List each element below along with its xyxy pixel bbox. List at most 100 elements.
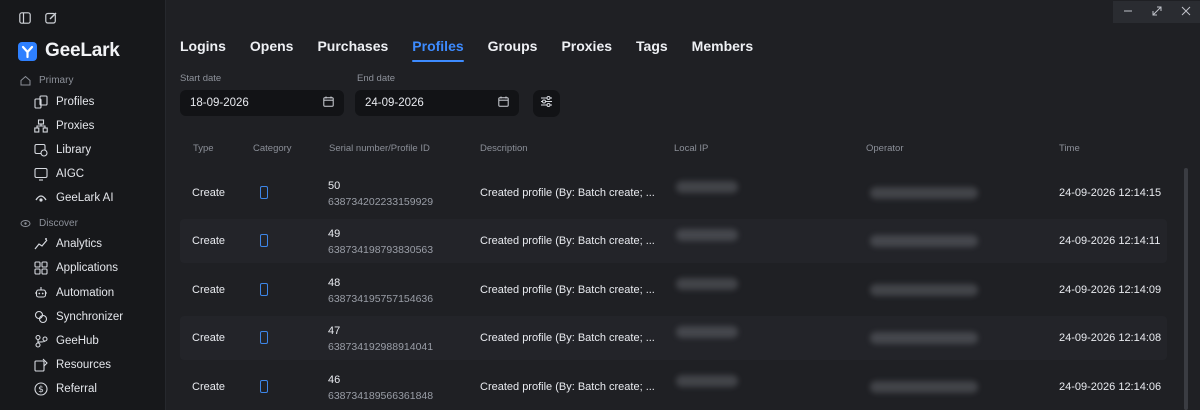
header-type: Type xyxy=(193,143,214,154)
operator-redacted xyxy=(870,284,978,296)
table-row[interactable]: Create 49 638734198793830563 Created profil… xyxy=(180,219,1167,263)
minimize-icon[interactable] xyxy=(1123,3,1133,21)
close-icon[interactable] xyxy=(1181,3,1191,21)
sidebar-item-proxies[interactable]: Proxies xyxy=(34,117,94,135)
brand-name: GeeLark xyxy=(45,40,120,61)
sidebar-item-label: AIGC xyxy=(56,168,85,180)
library-icon xyxy=(34,143,48,157)
referral-icon: $ xyxy=(34,382,48,396)
calendar-icon xyxy=(498,96,509,110)
synchronizer-icon xyxy=(34,310,48,324)
row-type: Create xyxy=(192,284,226,296)
tab-purchases[interactable]: Purchases xyxy=(317,38,388,60)
sidebar-item-profiles[interactable]: Profiles xyxy=(34,93,94,111)
table-row[interactable]: Create 48 638734195757154636 Created profil… xyxy=(180,268,1167,312)
row-profile-id: 638734202233159929 xyxy=(328,196,434,208)
sidebar-item-library[interactable]: Library xyxy=(34,141,91,159)
row-description: Created profile (By: Batch create; ... xyxy=(480,284,655,296)
header-local-ip: Local IP xyxy=(674,143,709,154)
main-panel: Logins Opens Purchases Profiles Groups P… xyxy=(166,0,1200,410)
sidebar-item-analytics[interactable]: Analytics xyxy=(34,235,102,253)
tab-members[interactable]: Members xyxy=(692,38,753,60)
sidebar-item-label: Analytics xyxy=(56,238,103,250)
edit-icon[interactable] xyxy=(45,11,57,24)
filter-settings-button[interactable] xyxy=(533,90,560,117)
table-row[interactable]: Create 47 638734192988914041 Created profil… xyxy=(180,316,1167,360)
tab-logins[interactable]: Logins xyxy=(180,38,226,60)
tab-profiles[interactable]: Profiles xyxy=(412,38,465,62)
sidebar-item-label: Referral xyxy=(56,383,97,395)
section-primary: Primary xyxy=(20,75,73,86)
geelark-ai-icon xyxy=(34,191,48,205)
sidebar-item-label: GeeHub xyxy=(56,335,99,347)
table-row[interactable]: Create 46 638734189566361848 Created profil… xyxy=(180,365,1167,409)
end-date-label: End date xyxy=(357,73,396,84)
local-ip-redacted xyxy=(676,278,738,290)
sidebar-item-referral[interactable]: $ Referral xyxy=(34,380,97,398)
geelark-logo-icon xyxy=(18,41,37,61)
table-row[interactable]: Create 50 638734202233159929 Created profil… xyxy=(180,171,1167,215)
header-time: Time xyxy=(1059,143,1080,154)
section-discover-label: Discover xyxy=(39,218,78,229)
sidebar-item-applications[interactable]: Applications xyxy=(34,259,118,277)
discover-icon xyxy=(20,220,31,227)
row-time: 24-09-2026 12:14:08 xyxy=(1059,332,1162,344)
sidebar-item-resources[interactable]: Resources xyxy=(34,356,111,374)
applications-icon xyxy=(34,261,48,275)
phone-icon xyxy=(260,331,268,344)
automation-icon xyxy=(34,286,48,300)
end-date-input[interactable]: 24-09-2026 xyxy=(355,90,519,116)
toggle-sidebar-icon[interactable] xyxy=(19,11,31,24)
start-date-label: Start date xyxy=(180,73,222,84)
geehub-icon xyxy=(34,334,48,348)
row-type: Create xyxy=(192,187,226,199)
sidebar-item-label: Synchronizer xyxy=(56,311,124,323)
row-serial: 48 xyxy=(328,277,341,289)
calendar-icon xyxy=(323,96,334,110)
proxies-icon xyxy=(34,119,48,133)
local-ip-redacted xyxy=(676,375,738,387)
operator-redacted xyxy=(870,187,978,199)
header-category: Category xyxy=(253,143,292,154)
sliders-icon xyxy=(540,95,553,113)
header-serial: Serial number/Profile ID xyxy=(329,143,430,154)
tab-proxies[interactable]: Proxies xyxy=(561,38,612,60)
row-profile-id: 638734195757154636 xyxy=(328,293,434,305)
section-discover: Discover xyxy=(20,218,78,229)
operator-redacted xyxy=(870,381,978,393)
sidebar-item-label: Library xyxy=(56,144,92,156)
row-serial: 49 xyxy=(328,228,341,240)
phone-icon xyxy=(260,186,268,199)
sidebar-item-label: Applications xyxy=(56,262,119,274)
row-description: Created profile (By: Batch create; ... xyxy=(480,235,655,247)
tab-groups[interactable]: Groups xyxy=(488,38,538,60)
local-ip-redacted xyxy=(676,181,738,193)
brand: GeeLark xyxy=(18,40,120,62)
local-ip-redacted xyxy=(676,229,738,241)
tab-tags[interactable]: Tags xyxy=(636,38,668,60)
profiles-icon xyxy=(34,95,48,109)
sidebar-item-geehub[interactable]: GeeHub xyxy=(34,332,99,350)
row-description: Created profile (By: Batch create; ... xyxy=(480,381,655,393)
maximize-icon[interactable] xyxy=(1152,3,1162,21)
row-time: 24-09-2026 12:14:15 xyxy=(1059,187,1162,199)
sidebar-item-synchronizer[interactable]: Synchronizer xyxy=(34,308,123,326)
row-type: Create xyxy=(192,332,226,344)
sidebar-item-automation[interactable]: Automation xyxy=(34,284,114,302)
start-date-input[interactable]: 18-09-2026 xyxy=(180,90,344,116)
sidebar-item-geelark-ai[interactable]: GeeLark AI xyxy=(34,189,114,207)
header-description: Description xyxy=(480,143,528,154)
local-ip-redacted xyxy=(676,326,738,338)
row-profile-id: 638734198793830563 xyxy=(328,244,434,256)
resources-icon xyxy=(34,358,48,372)
sidebar-item-label: GeeLark AI xyxy=(56,192,114,204)
end-date-value: 24-09-2026 xyxy=(365,97,424,109)
scrollbar[interactable] xyxy=(1184,168,1188,410)
sidebar-top-controls xyxy=(19,11,57,24)
tab-opens[interactable]: Opens xyxy=(250,38,294,60)
sidebar-item-aigc[interactable]: AIGC xyxy=(34,165,84,183)
row-type: Create xyxy=(192,381,226,393)
start-date-value: 18-09-2026 xyxy=(190,97,249,109)
operator-redacted xyxy=(870,332,978,344)
row-profile-id: 638734189566361848 xyxy=(328,390,434,402)
